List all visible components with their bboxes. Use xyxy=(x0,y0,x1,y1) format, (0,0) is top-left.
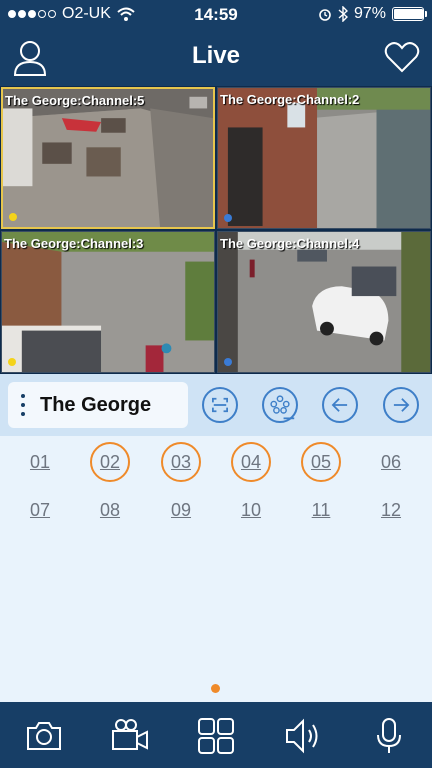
channel-08[interactable]: 08 xyxy=(90,490,130,530)
fullscreen-button[interactable] xyxy=(202,387,238,423)
video-camera-icon xyxy=(112,719,148,750)
channel-11[interactable]: 11 xyxy=(301,490,341,530)
battery-icon xyxy=(392,7,427,21)
snapshot-button[interactable] xyxy=(24,716,64,756)
status-indicator xyxy=(8,358,16,366)
channel-10[interactable]: 10 xyxy=(231,490,271,530)
talk-button[interactable] xyxy=(369,716,409,756)
bottom-toolbar xyxy=(0,702,432,768)
video-tile-channel-5[interactable]: The George:Channel:5 xyxy=(1,87,215,229)
previous-button[interactable] xyxy=(322,387,358,423)
arrow-right-icon xyxy=(393,398,410,412)
heart-icon xyxy=(384,42,420,73)
favorite-button[interactable] xyxy=(384,40,420,74)
site-name: The George xyxy=(40,394,152,416)
tile-label: The George:Channel:3 xyxy=(4,236,144,251)
channel-01[interactable]: 01 xyxy=(20,442,60,482)
bluetooth-icon xyxy=(338,6,348,22)
video-tile-channel-2[interactable]: The George:Channel:2 xyxy=(217,87,431,229)
channel-04[interactable]: 04 xyxy=(231,442,271,482)
tile-label: The George:Channel:2 xyxy=(220,92,360,107)
app: O2-UK 14:59 97% Live The George:Channel:… xyxy=(0,0,432,768)
page-indicator xyxy=(211,684,220,693)
record-button[interactable] xyxy=(110,716,150,756)
camera-icon xyxy=(27,722,61,750)
status-indicator xyxy=(9,213,17,221)
next-button[interactable] xyxy=(383,387,419,423)
status-indicator xyxy=(224,358,232,366)
battery-percent: 97% xyxy=(353,5,386,22)
channel-03[interactable]: 03 xyxy=(161,442,201,482)
speaker-icon xyxy=(286,718,318,754)
channel-05[interactable]: 05 xyxy=(301,442,341,482)
video-tile-channel-3[interactable]: The George:Channel:3 xyxy=(1,231,215,373)
video-grid: The George:Channel:5 The George:Channel:… xyxy=(0,86,432,374)
arrow-left-icon xyxy=(331,398,348,412)
alarm-icon xyxy=(319,9,331,21)
status-indicator xyxy=(224,214,232,222)
status-bar: O2-UK 14:59 97% xyxy=(0,0,432,30)
header: O2-UK 14:59 97% Live xyxy=(0,0,432,86)
more-options-icon xyxy=(20,394,26,416)
layout-grid-icon xyxy=(198,718,234,754)
video-tile-channel-4[interactable]: The George:Channel:4 xyxy=(217,231,431,373)
channel-09[interactable]: 09 xyxy=(161,490,201,530)
tile-label: The George:Channel:4 xyxy=(220,236,360,251)
audio-button[interactable] xyxy=(283,716,323,756)
playback-button[interactable] xyxy=(262,387,298,423)
camera-feed xyxy=(3,89,213,227)
page-title: Live xyxy=(191,42,241,69)
channel-06[interactable]: 06 xyxy=(371,442,411,482)
channel-12[interactable]: 12 xyxy=(371,490,411,530)
fullscreen-icon xyxy=(212,397,228,413)
channel-02[interactable]: 02 xyxy=(90,442,130,482)
channel-07[interactable]: 07 xyxy=(20,490,60,530)
site-controls: The George xyxy=(0,374,432,436)
camera-feed xyxy=(218,88,430,228)
camera-feed xyxy=(218,232,430,372)
site-selector[interactable]: The George xyxy=(8,382,188,428)
channel-selector: 01 02 03 04 05 06 07 08 09 10 11 12 xyxy=(0,436,432,702)
tile-label: The George:Channel:5 xyxy=(5,93,145,108)
layout-button[interactable] xyxy=(196,716,236,756)
microphone-icon xyxy=(377,718,401,753)
film-reel-icon xyxy=(270,395,295,420)
camera-feed xyxy=(2,232,214,372)
